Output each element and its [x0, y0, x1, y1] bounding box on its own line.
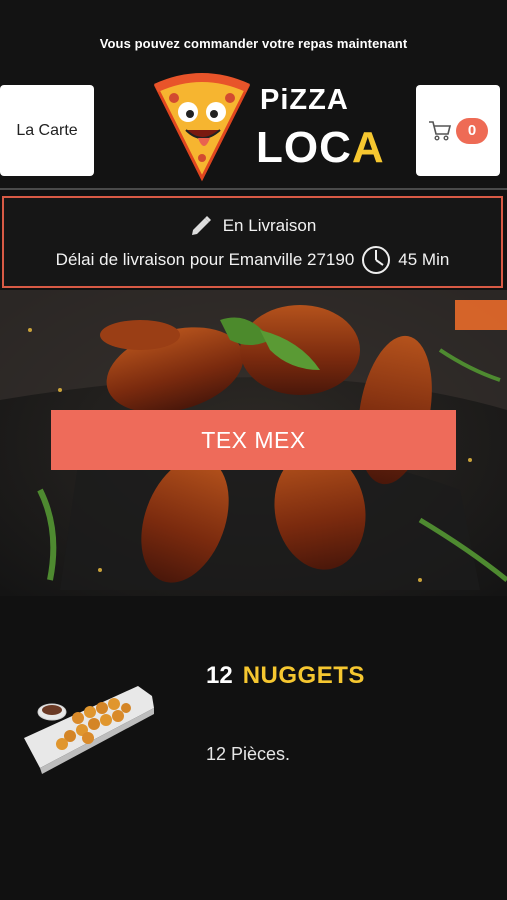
pizza-slice-icon: [153, 73, 251, 182]
menu-button[interactable]: La Carte: [0, 85, 94, 176]
logo-text-loca: LOCA: [256, 123, 385, 173]
delivery-mode-label: En Livraison: [222, 216, 317, 235]
header: Vous pouvez commander votre repas mainte…: [0, 0, 507, 190]
logo[interactable]: PiZZA LOCA: [152, 68, 384, 184]
logo-text-loc: LOC: [256, 123, 352, 172]
logo-text-pizza: PiZZA: [260, 84, 349, 116]
nuggets-image: [24, 686, 154, 774]
logo-text-a: A: [351, 123, 385, 172]
delivery-delay-value: 45 Min: [398, 250, 450, 269]
product-name: NUGGETS: [242, 662, 365, 689]
product-description: 12 Pièces.: [206, 744, 291, 764]
category-button-tex-mex[interactable]: TEX MEX: [51, 410, 456, 470]
divider: [0, 188, 507, 190]
tagline: Vous pouvez commander votre repas mainte…: [99, 36, 408, 51]
cart-icon: [429, 120, 452, 141]
product-quantity: 12: [206, 662, 233, 689]
delivery-info-box[interactable]: En Livraison Délai de livraison pour Ema…: [2, 196, 503, 288]
clock-icon: [362, 246, 391, 274]
product-title: 12 NUGGETS: [206, 662, 365, 690]
cart-count-badge: 0: [456, 117, 488, 144]
cart-button[interactable]: 0: [416, 85, 500, 176]
pencil-icon: [191, 216, 211, 235]
product-card[interactable]: 12 NUGGETS 12 Pièces.: [0, 596, 507, 900]
delivery-delay-label: Délai de livraison pour Emanville 27190: [55, 250, 355, 269]
